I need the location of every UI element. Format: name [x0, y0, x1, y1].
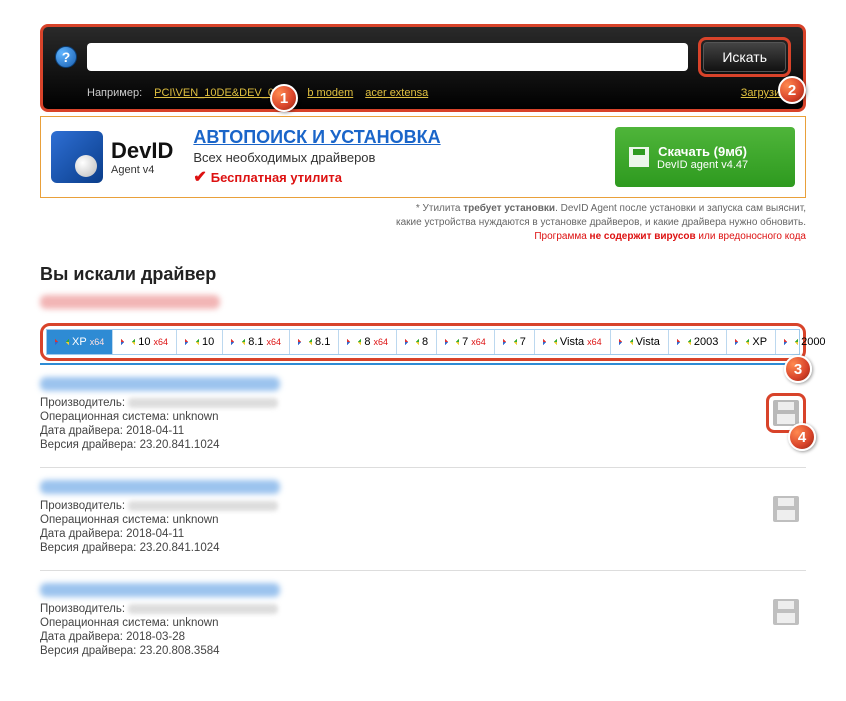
windows-flag-icon	[735, 336, 749, 348]
label-os: Операционная система:	[40, 514, 169, 526]
windows-flag-icon	[619, 336, 633, 348]
label-date: Дата драйвера:	[40, 425, 123, 437]
os-tab[interactable]: 8.1	[290, 330, 339, 354]
os-tab[interactable]: XP	[727, 330, 776, 354]
marker-4: 4	[788, 423, 816, 451]
windows-flag-icon	[298, 336, 312, 348]
check-icon: ✔	[193, 167, 206, 187]
windows-flag-icon	[543, 336, 557, 348]
results-list: Производитель: Операционная система: unk…	[40, 365, 806, 673]
promo-headline[interactable]: АВТОПОИСК И УСТАНОВКА	[193, 127, 595, 148]
save-icon	[629, 147, 649, 167]
promo-free-label: Бесплатная утилита	[211, 170, 342, 185]
search-button[interactable]: Искать	[703, 42, 786, 72]
label-manufacturer: Производитель:	[40, 397, 125, 409]
search-bar: ? Искать 2 Например: PCI\VEN_10DE&DEV_0C…	[40, 24, 806, 112]
save-driver-icon[interactable]	[773, 496, 799, 522]
manufacturer-blurred	[128, 398, 278, 408]
result-title-blurred[interactable]	[40, 480, 280, 494]
windows-flag-icon	[677, 336, 691, 348]
os-tab[interactable]: 10x64	[113, 330, 177, 354]
windows-flag-icon	[185, 336, 199, 348]
marker-1: 1	[270, 84, 298, 112]
os-tab[interactable]: 10	[177, 330, 223, 354]
value-date: 2018-04-11	[126, 528, 184, 540]
promo-subtitle: Agent v4	[111, 164, 173, 176]
result-title-blurred[interactable]	[40, 377, 280, 391]
value-date: 2018-04-11	[126, 425, 184, 437]
label-manufacturer: Производитель:	[40, 603, 125, 615]
save-driver-icon[interactable]	[773, 400, 799, 426]
promo-line2: Всех необходимых драйверов	[193, 150, 595, 165]
label-version: Версия драйвера:	[40, 542, 136, 554]
value-version: 23.20.841.1024	[140, 439, 220, 451]
os-tab[interactable]: 7x64	[437, 330, 495, 354]
example-label: Например:	[87, 87, 142, 99]
windows-flag-icon	[784, 336, 798, 348]
blurred-query	[40, 295, 220, 309]
promo-title: DevID	[111, 138, 173, 164]
label-date: Дата драйвера:	[40, 528, 123, 540]
devid-logo-icon	[51, 131, 103, 183]
label-os: Операционная система:	[40, 617, 169, 629]
marker-2: 2	[778, 76, 806, 104]
os-tab[interactable]: 2000	[776, 330, 833, 354]
value-os: unknown	[172, 617, 218, 629]
manufacturer-blurred	[128, 604, 278, 614]
help-icon[interactable]: ?	[55, 46, 77, 68]
windows-flag-icon	[347, 336, 361, 348]
result-item: Производитель: Операционная система: unk…	[40, 570, 806, 673]
label-version: Версия драйвера:	[40, 439, 136, 451]
search-input[interactable]	[87, 43, 688, 71]
value-version: 23.20.808.3584	[140, 645, 220, 657]
value-date: 2018-03-28	[126, 631, 185, 643]
download-btn-line2: DevID agent v4.47	[657, 159, 748, 171]
os-tab[interactable]: 8	[397, 330, 437, 354]
example-link[interactable]: acer extensa	[365, 87, 428, 99]
download-agent-button[interactable]: Скачать (9мб) DevID agent v4.47	[615, 127, 795, 187]
os-tab[interactable]: 7	[495, 330, 535, 354]
promo-note: * Утилита требует установки. DevID Agent…	[40, 202, 806, 244]
os-tab[interactable]: 2003	[669, 330, 727, 354]
manufacturer-blurred	[128, 501, 278, 511]
windows-flag-icon	[55, 336, 69, 348]
os-tabs: XPx6410x64108.1x648.18x6487x647Vistax64V…	[46, 329, 800, 355]
os-tab[interactable]: 8.1x64	[223, 330, 290, 354]
download-btn-line1: Скачать (9мб)	[657, 144, 748, 159]
result-item: Производитель: Операционная система: unk…	[40, 365, 806, 467]
result-title-blurred[interactable]	[40, 583, 280, 597]
label-date: Дата драйвера:	[40, 631, 123, 643]
os-tab[interactable]: 8x64	[339, 330, 397, 354]
label-version: Версия драйвера:	[40, 645, 136, 657]
marker-3: 3	[784, 355, 812, 383]
value-version: 23.20.841.1024	[140, 542, 220, 554]
windows-flag-icon	[503, 336, 517, 348]
windows-flag-icon	[121, 336, 135, 348]
label-os: Операционная система:	[40, 411, 169, 423]
value-os: unknown	[172, 514, 218, 526]
examples-row: Например: PCI\VEN_10DE&DEV_0CA3 b modem …	[43, 83, 803, 109]
os-tab[interactable]: Vista	[611, 330, 669, 354]
windows-flag-icon	[231, 336, 245, 348]
save-driver-icon[interactable]	[773, 599, 799, 625]
os-tab[interactable]: Vistax64	[535, 330, 611, 354]
result-item: Производитель: Операционная система: unk…	[40, 467, 806, 570]
windows-flag-icon	[405, 336, 419, 348]
promo-panel: DevID Agent v4 АВТОПОИСК И УСТАНОВКА Все…	[40, 116, 806, 198]
value-os: unknown	[172, 411, 218, 423]
os-tab[interactable]: XPx64	[47, 330, 113, 354]
label-manufacturer: Производитель:	[40, 500, 125, 512]
windows-flag-icon	[445, 336, 459, 348]
example-link[interactable]: b modem	[307, 87, 353, 99]
results-heading: Вы искали драйвер	[40, 264, 806, 285]
